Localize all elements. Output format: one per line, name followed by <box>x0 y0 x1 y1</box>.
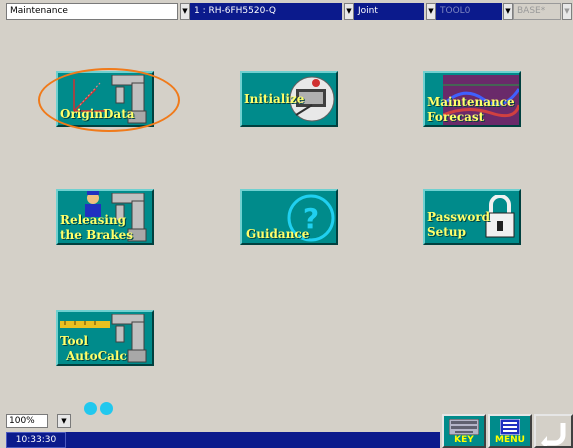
menu-button[interactable]: MENU <box>488 414 532 448</box>
menu-icon <box>500 419 520 435</box>
keyboard-icon <box>449 419 479 435</box>
zoom-dropdown-arrow[interactable]: ▼ <box>57 414 71 428</box>
status-bar <box>6 432 440 448</box>
setup-label: Setup <box>427 225 466 239</box>
origin-data-label: OriginData <box>60 107 135 121</box>
forecast-label: Forecast <box>427 110 485 124</box>
return-arrow-icon <box>541 423 566 446</box>
origin-data-button[interactable]: OriginData <box>56 71 154 127</box>
releasing-label: Releasing <box>60 213 127 227</box>
key-button[interactable]: KEY <box>442 414 486 448</box>
ruler-icon <box>60 321 110 328</box>
page-dot[interactable] <box>84 402 97 415</box>
mode-select[interactable]: Maintenance <box>6 3 178 20</box>
robot-select[interactable]: 1 : RH-6FH5520-Q <box>190 3 342 20</box>
tool-label: Tool <box>60 334 89 348</box>
menu-label: MENU <box>495 435 525 445</box>
zoom-select[interactable]: 100% <box>6 414 48 428</box>
base-dropdown-arrow[interactable]: ▼ <box>562 3 572 20</box>
tool-autocalc-button[interactable]: Tool AutoCalc <box>56 310 154 366</box>
return-button[interactable] <box>534 414 573 448</box>
password-label: Password <box>427 210 491 224</box>
clock: 10:33:30 <box>6 432 66 448</box>
guidance-button[interactable]: ? Guidance <box>240 189 338 245</box>
mode-dropdown-arrow[interactable]: ▼ <box>180 3 190 20</box>
initialize-label: Initialize <box>244 92 305 106</box>
maintenance-label: Maintenance <box>427 95 515 109</box>
coordinate-select[interactable]: Joint <box>354 3 424 20</box>
page-dot[interactable] <box>100 402 113 415</box>
the-brakes-label: the Brakes <box>60 228 134 242</box>
releasing-brakes-button[interactable]: Releasing the Brakes <box>56 189 154 245</box>
maintenance-forecast-button[interactable]: Maintenance Forecast <box>423 71 521 127</box>
coordinate-dropdown-arrow[interactable]: ▼ <box>426 3 436 20</box>
password-setup-button[interactable]: Password Setup <box>423 189 521 245</box>
guidance-label: Guidance <box>246 227 310 241</box>
key-label: KEY <box>454 435 474 445</box>
initialize-button[interactable]: Initialize <box>240 71 338 127</box>
base-select[interactable]: BASE* <box>513 3 561 20</box>
top-toolbar: Maintenance ▼ 1 : RH-6FH5520-Q ▼ Joint ▼… <box>0 0 573 22</box>
tool-select[interactable]: TOOL0 <box>436 3 502 20</box>
robot-dropdown-arrow[interactable]: ▼ <box>344 3 354 20</box>
autocalc-label: AutoCalc <box>66 349 127 363</box>
page-indicator <box>84 400 116 419</box>
tool-dropdown-arrow[interactable]: ▼ <box>503 3 513 20</box>
